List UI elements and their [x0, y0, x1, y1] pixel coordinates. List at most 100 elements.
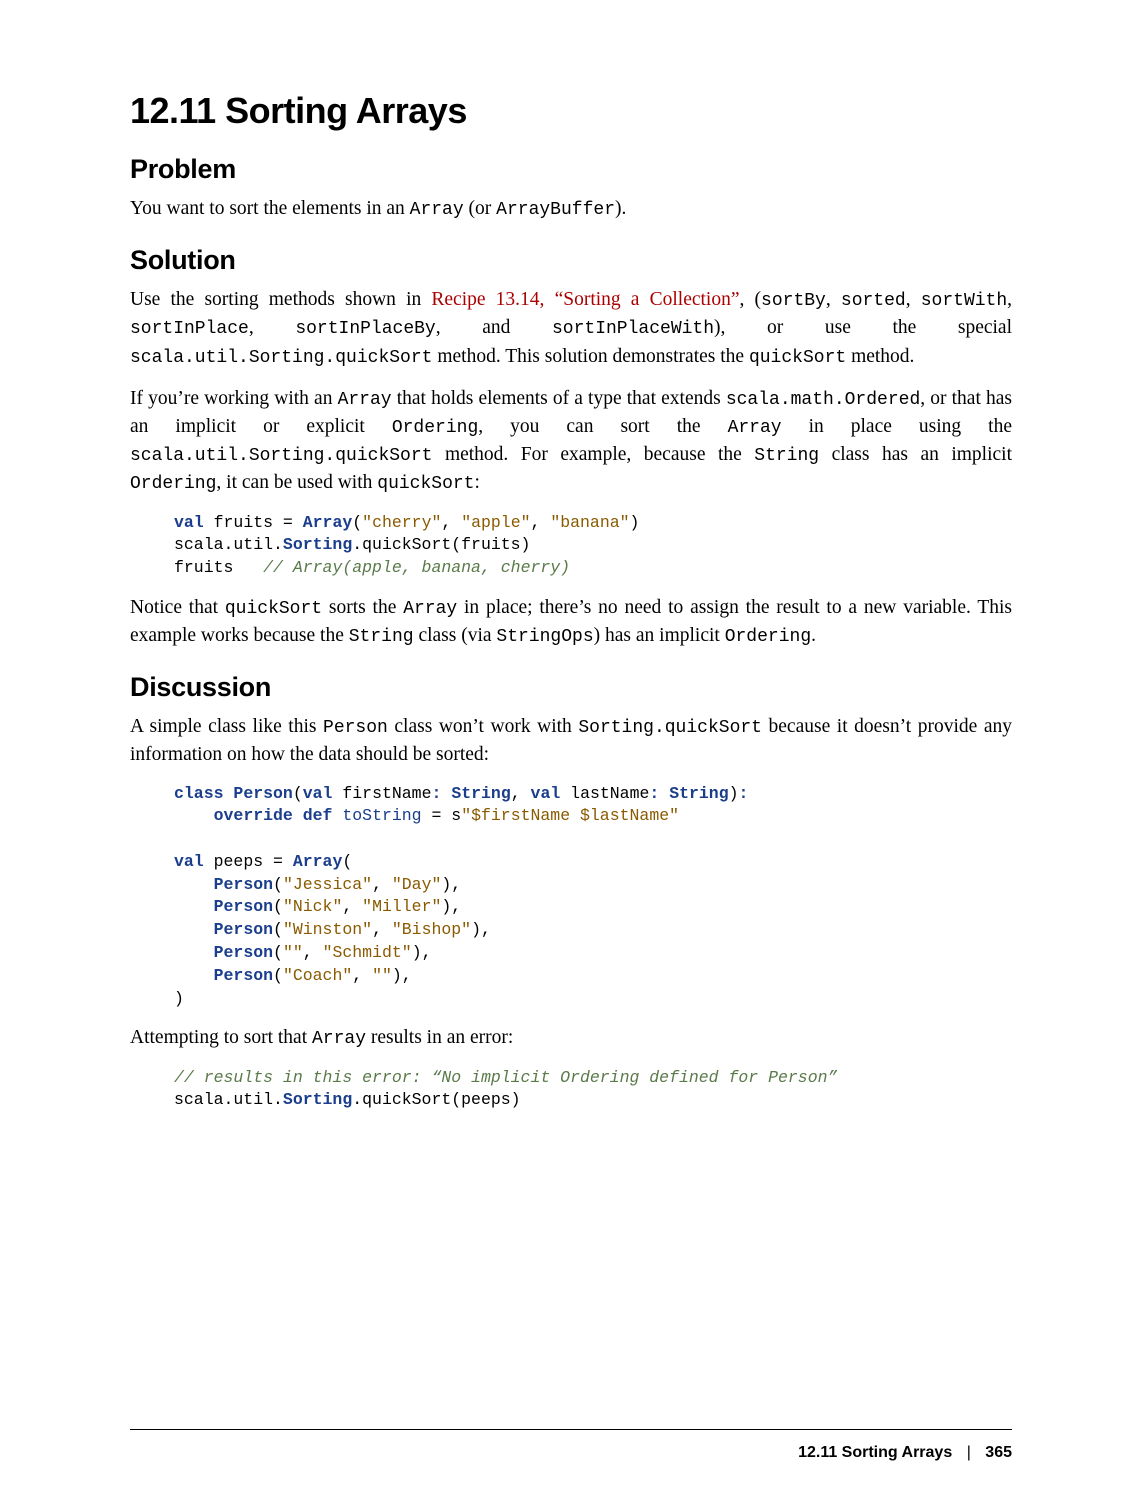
str: "Day"	[392, 875, 442, 894]
text: (	[273, 897, 283, 916]
code-inline: quickSort	[225, 599, 322, 619]
type: Person	[214, 943, 273, 962]
str: ""	[372, 966, 392, 985]
type: Sorting	[283, 1090, 352, 1109]
code-inline: quick	[749, 348, 803, 368]
code-inline: Ordering	[725, 627, 811, 647]
page: 12.11 Sorting Arrays Problem You want to…	[0, 0, 1142, 1500]
text: results in an error:	[366, 1027, 513, 1048]
text: = s	[422, 806, 462, 825]
text: (	[273, 943, 283, 962]
text: )	[630, 513, 640, 532]
text: ,	[531, 513, 551, 532]
text: ), or use the special	[714, 317, 1012, 338]
text: method. For example, because the	[432, 444, 754, 465]
text	[293, 806, 303, 825]
text: ),	[412, 943, 432, 962]
discussion-paragraph-1: A simple class like this Person class wo…	[130, 713, 1012, 768]
code-inline: ted	[873, 291, 905, 311]
text	[174, 920, 214, 939]
solution-paragraph-2: If you’re working with an Array that hol…	[130, 385, 1012, 498]
text: ,	[249, 317, 295, 338]
text: scala.util.	[174, 1090, 283, 1109]
text: that holds elements of a type that exten…	[392, 388, 726, 409]
code-inline: sortWith	[921, 291, 1007, 311]
kw: override	[214, 806, 293, 825]
str: "Schmidt"	[323, 943, 412, 962]
link-recipe[interactable]: Recipe 13.14, “Sorting a Collection”	[431, 289, 739, 310]
text: ,	[906, 289, 921, 310]
text: A simple class like this	[130, 716, 323, 737]
code-inline: Person	[323, 718, 388, 738]
text: (	[342, 852, 352, 871]
code-block-1: val fruits = Array("cherry", "apple", "b…	[174, 512, 1012, 580]
type: String	[669, 784, 728, 803]
text: ,	[826, 289, 841, 310]
heading-solution: Solution	[130, 245, 1012, 276]
section-title: 12.11 Sorting Arrays	[130, 90, 1012, 132]
text: ),	[441, 897, 461, 916]
code-inline: Ordering	[130, 474, 216, 494]
code-inline: Ordering	[392, 418, 478, 438]
text	[332, 806, 342, 825]
kw: def	[303, 806, 333, 825]
text	[174, 806, 214, 825]
solution-paragraph-3: Notice that quickSort sorts the Array in…	[130, 594, 1012, 650]
type: Person	[214, 875, 273, 894]
text: (	[273, 875, 283, 894]
str: "banana"	[550, 513, 629, 532]
type: Array	[293, 852, 343, 871]
code-inline: Sorting.quickSort	[578, 718, 762, 738]
kw: val	[531, 784, 561, 803]
text: ),	[441, 875, 461, 894]
kw: val	[174, 513, 204, 532]
text: ,	[511, 784, 531, 803]
text: ,	[372, 875, 392, 894]
text: (	[352, 513, 362, 532]
text: Use the sorting methods shown in	[130, 289, 431, 310]
text: fruits	[174, 558, 263, 577]
footer-separator: |	[967, 1444, 971, 1462]
text: method.	[846, 346, 914, 367]
str: "Nick"	[283, 897, 342, 916]
type: Person	[233, 784, 292, 803]
text: , (	[740, 289, 762, 310]
str: ""	[283, 943, 303, 962]
footer-section: 12.11 Sorting Arrays	[798, 1444, 952, 1461]
code-inline: sor	[841, 291, 873, 311]
text: class won’t work with	[388, 716, 579, 737]
code-inline: scala.math.Ordered	[726, 390, 920, 410]
text: fruits =	[204, 513, 303, 532]
code-inline: sortInPlaceWith	[552, 319, 714, 339]
text: peeps =	[204, 852, 293, 871]
text	[174, 875, 214, 894]
text: )	[174, 989, 184, 1008]
code-inline: Array	[312, 1029, 366, 1049]
code-inline: StringOps	[496, 627, 593, 647]
heading-problem: Problem	[130, 154, 1012, 185]
text: method. This solution demonstrates the	[432, 346, 749, 367]
text: ),	[471, 920, 491, 939]
text: ) has an implicit	[594, 625, 725, 646]
type: Sorting	[283, 535, 352, 554]
text: .quickSort(fruits)	[352, 535, 530, 554]
code-inline: String	[754, 446, 819, 466]
text: (or	[464, 198, 497, 219]
text: :	[474, 472, 479, 493]
code-inline: sortInPlace	[130, 319, 249, 339]
text: , it can be used with	[216, 472, 377, 493]
text: )	[729, 784, 739, 803]
problem-paragraph: You want to sort the elements in an Arra…	[130, 195, 1012, 223]
code-inline: quickSort	[377, 474, 474, 494]
kw: val	[174, 852, 204, 871]
text: , and	[436, 317, 552, 338]
text: class (via	[414, 625, 497, 646]
text	[224, 784, 234, 803]
str: "Coach"	[283, 966, 352, 985]
code-inline: sortInPlaceBy	[295, 319, 435, 339]
text: ,	[342, 897, 362, 916]
text: sorts the	[322, 597, 403, 618]
str: "cherry"	[362, 513, 441, 532]
type: String	[451, 784, 510, 803]
page-footer: 12.11 Sorting Arrays | 365	[798, 1444, 1012, 1462]
